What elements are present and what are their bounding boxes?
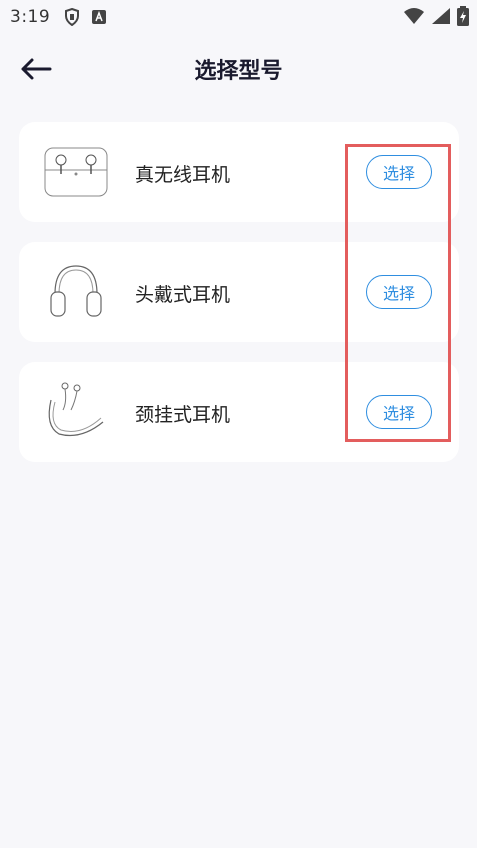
select-button-over-ear[interactable]: 选择 (366, 275, 432, 309)
model-card-over-ear[interactable]: 头戴式耳机 选择 (19, 242, 459, 342)
status-bar: 3:19 (0, 0, 477, 34)
true-wireless-earbuds-icon (41, 140, 111, 204)
model-label: 头戴式耳机 (135, 284, 231, 306)
over-ear-headphones-icon (41, 260, 111, 324)
model-card-neckband[interactable]: 颈挂式耳机 选择 (19, 362, 459, 462)
page-title: 选择型号 (194, 59, 283, 84)
shield-icon (64, 8, 80, 26)
signal-icon (431, 7, 451, 30)
model-card-true-wireless[interactable]: 真无线耳机 选择 (19, 122, 459, 222)
neckband-earphones-icon (41, 380, 111, 444)
battery-icon (457, 6, 469, 31)
model-label: 真无线耳机 (135, 164, 231, 186)
model-label: 颈挂式耳机 (135, 404, 231, 426)
select-button-neckband[interactable]: 选择 (366, 395, 432, 429)
wifi-icon (403, 7, 425, 30)
text-app-icon (92, 10, 107, 24)
select-button-true-wireless[interactable]: 选择 (366, 155, 432, 189)
status-time: 3:19 (10, 7, 51, 27)
app-header: 选择型号 (0, 34, 477, 104)
model-list: 真无线耳机 选择 头戴式耳机 选择 颈挂式耳机 选择 (19, 122, 459, 482)
